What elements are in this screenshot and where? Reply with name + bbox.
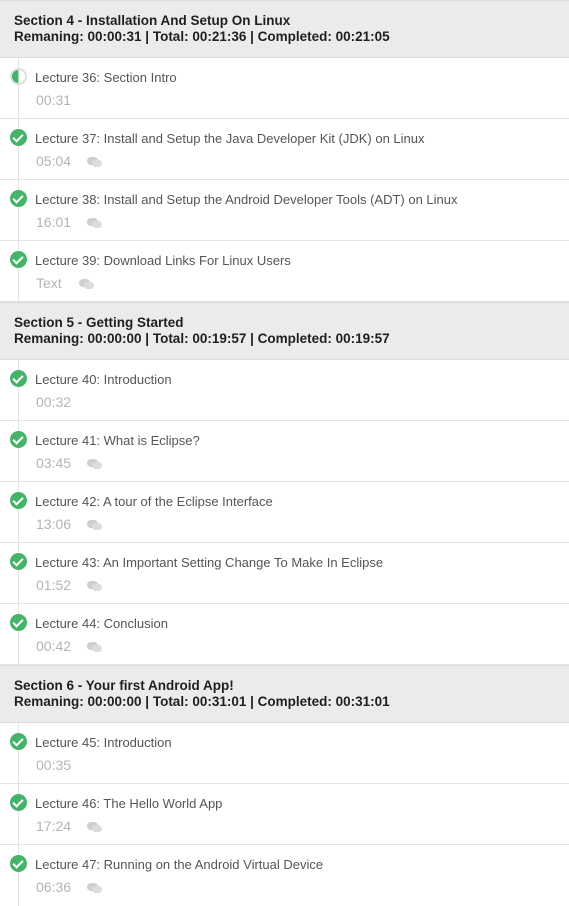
timeline-line [18, 543, 19, 603]
lecture-item[interactable]: Lecture 47: Running on the Android Virtu… [0, 845, 569, 906]
completed-check-icon [10, 733, 27, 750]
lecture-duration: 05:04 [36, 153, 72, 169]
completed-check-icon [10, 251, 27, 268]
lecture-item[interactable]: Lecture 40: Introduction 00:32 [0, 360, 569, 421]
completed-check-icon [10, 614, 27, 631]
lecture-duration: 03:45 [36, 455, 72, 471]
lecture-item[interactable]: Lecture 44: Conclusion 00:42 [0, 604, 569, 665]
completed-check-icon [10, 129, 27, 146]
lecture-title[interactable]: Lecture 40: Introduction [35, 372, 172, 388]
section-stats: Remaning: 00:00:00 | Total: 00:19:57 | C… [14, 331, 390, 346]
lecture-item[interactable]: Lecture 45: Introduction 00:35 [0, 723, 569, 784]
timeline-line [18, 421, 19, 481]
lecture-duration: 00:31 [36, 92, 72, 108]
timeline-line [18, 482, 19, 542]
timeline-line [18, 180, 19, 240]
lecture-item[interactable]: Lecture 41: What is Eclipse? 03:45 [0, 421, 569, 482]
completed-check-icon [10, 492, 27, 509]
lecture-title[interactable]: Lecture 44: Conclusion [35, 616, 168, 632]
lecture-item[interactable]: Lecture 43: An Important Setting Change … [0, 543, 569, 604]
lecture-duration: 00:35 [36, 757, 72, 773]
lecture-title[interactable]: Lecture 43: An Important Setting Change … [35, 555, 383, 571]
comments-icon[interactable] [87, 642, 102, 652]
section-stats: Remaning: 00:00:31 | Total: 00:21:36 | C… [14, 29, 390, 44]
lecture-duration: Text [36, 275, 62, 291]
comments-icon[interactable] [87, 822, 102, 832]
lecture-title[interactable]: Lecture 45: Introduction [35, 735, 172, 751]
completed-check-icon [10, 190, 27, 207]
lecture-title[interactable]: Lecture 47: Running on the Android Virtu… [35, 857, 323, 873]
lecture-duration: 13:06 [36, 516, 72, 532]
lecture-duration: 06:36 [36, 879, 72, 895]
lecture-item[interactable]: Lecture 42: A tour of the Eclipse Interf… [0, 482, 569, 543]
lecture-title[interactable]: Lecture 37: Install and Setup the Java D… [35, 131, 425, 147]
lecture-title[interactable]: Lecture 36: Section Intro [35, 70, 177, 86]
comments-icon[interactable] [87, 157, 102, 167]
timeline-line [18, 360, 19, 420]
lecture-item[interactable]: Lecture 46: The Hello World App 17:24 [0, 784, 569, 845]
timeline-line [18, 723, 19, 783]
section-title: Section 5 - Getting Started [14, 315, 184, 330]
section-title: Section 4 - Installation And Setup On Li… [14, 13, 291, 28]
timeline-line [18, 784, 19, 844]
timeline-line [18, 241, 19, 301]
lecture-duration: 16:01 [36, 214, 72, 230]
lecture-duration: 00:42 [36, 638, 72, 654]
lecture-item[interactable]: Lecture 36: Section Intro 00:31 [0, 58, 569, 119]
comments-icon[interactable] [87, 581, 102, 591]
timeline-line [18, 119, 19, 179]
section-header[interactable]: Section 4 - Installation And Setup On Li… [0, 0, 569, 58]
completed-check-icon [10, 553, 27, 570]
lecture-title[interactable]: Lecture 39: Download Links For Linux Use… [35, 253, 291, 269]
comments-icon[interactable] [79, 279, 94, 289]
progress-half-icon [10, 68, 27, 85]
section-stats: Remaning: 00:00:00 | Total: 00:31:01 | C… [14, 694, 390, 709]
comments-icon[interactable] [87, 520, 102, 530]
section-header[interactable]: Section 6 - Your first Android App! Reman… [0, 665, 569, 723]
completed-check-icon [10, 370, 27, 387]
lecture-title[interactable]: Lecture 38: Install and Setup the Androi… [35, 192, 458, 208]
section-header[interactable]: Section 5 - Getting Started Remaning: 00:… [0, 302, 569, 360]
lecture-title[interactable]: Lecture 42: A tour of the Eclipse Interf… [35, 494, 273, 510]
comments-icon[interactable] [87, 883, 102, 893]
lecture-duration: 00:32 [36, 394, 72, 410]
lecture-title[interactable]: Lecture 41: What is Eclipse? [35, 433, 200, 449]
lecture-item[interactable]: Lecture 39: Download Links For Linux Use… [0, 241, 569, 302]
completed-check-icon [10, 431, 27, 448]
comments-icon[interactable] [87, 218, 102, 228]
curriculum-list: Section 4 - Installation And Setup On Li… [0, 0, 569, 906]
lecture-duration: 01:52 [36, 577, 72, 593]
timeline-line [18, 58, 19, 118]
section-title: Section 6 - Your first Android App! [14, 678, 234, 693]
lecture-item[interactable]: Lecture 37: Install and Setup the Java D… [0, 119, 569, 180]
comments-icon[interactable] [87, 459, 102, 469]
completed-check-icon [10, 855, 27, 872]
lecture-duration: 17:24 [36, 818, 72, 834]
lecture-item[interactable]: Lecture 38: Install and Setup the Androi… [0, 180, 569, 241]
lecture-title[interactable]: Lecture 46: The Hello World App [35, 796, 222, 812]
timeline-line [18, 604, 19, 664]
completed-check-icon [10, 794, 27, 811]
